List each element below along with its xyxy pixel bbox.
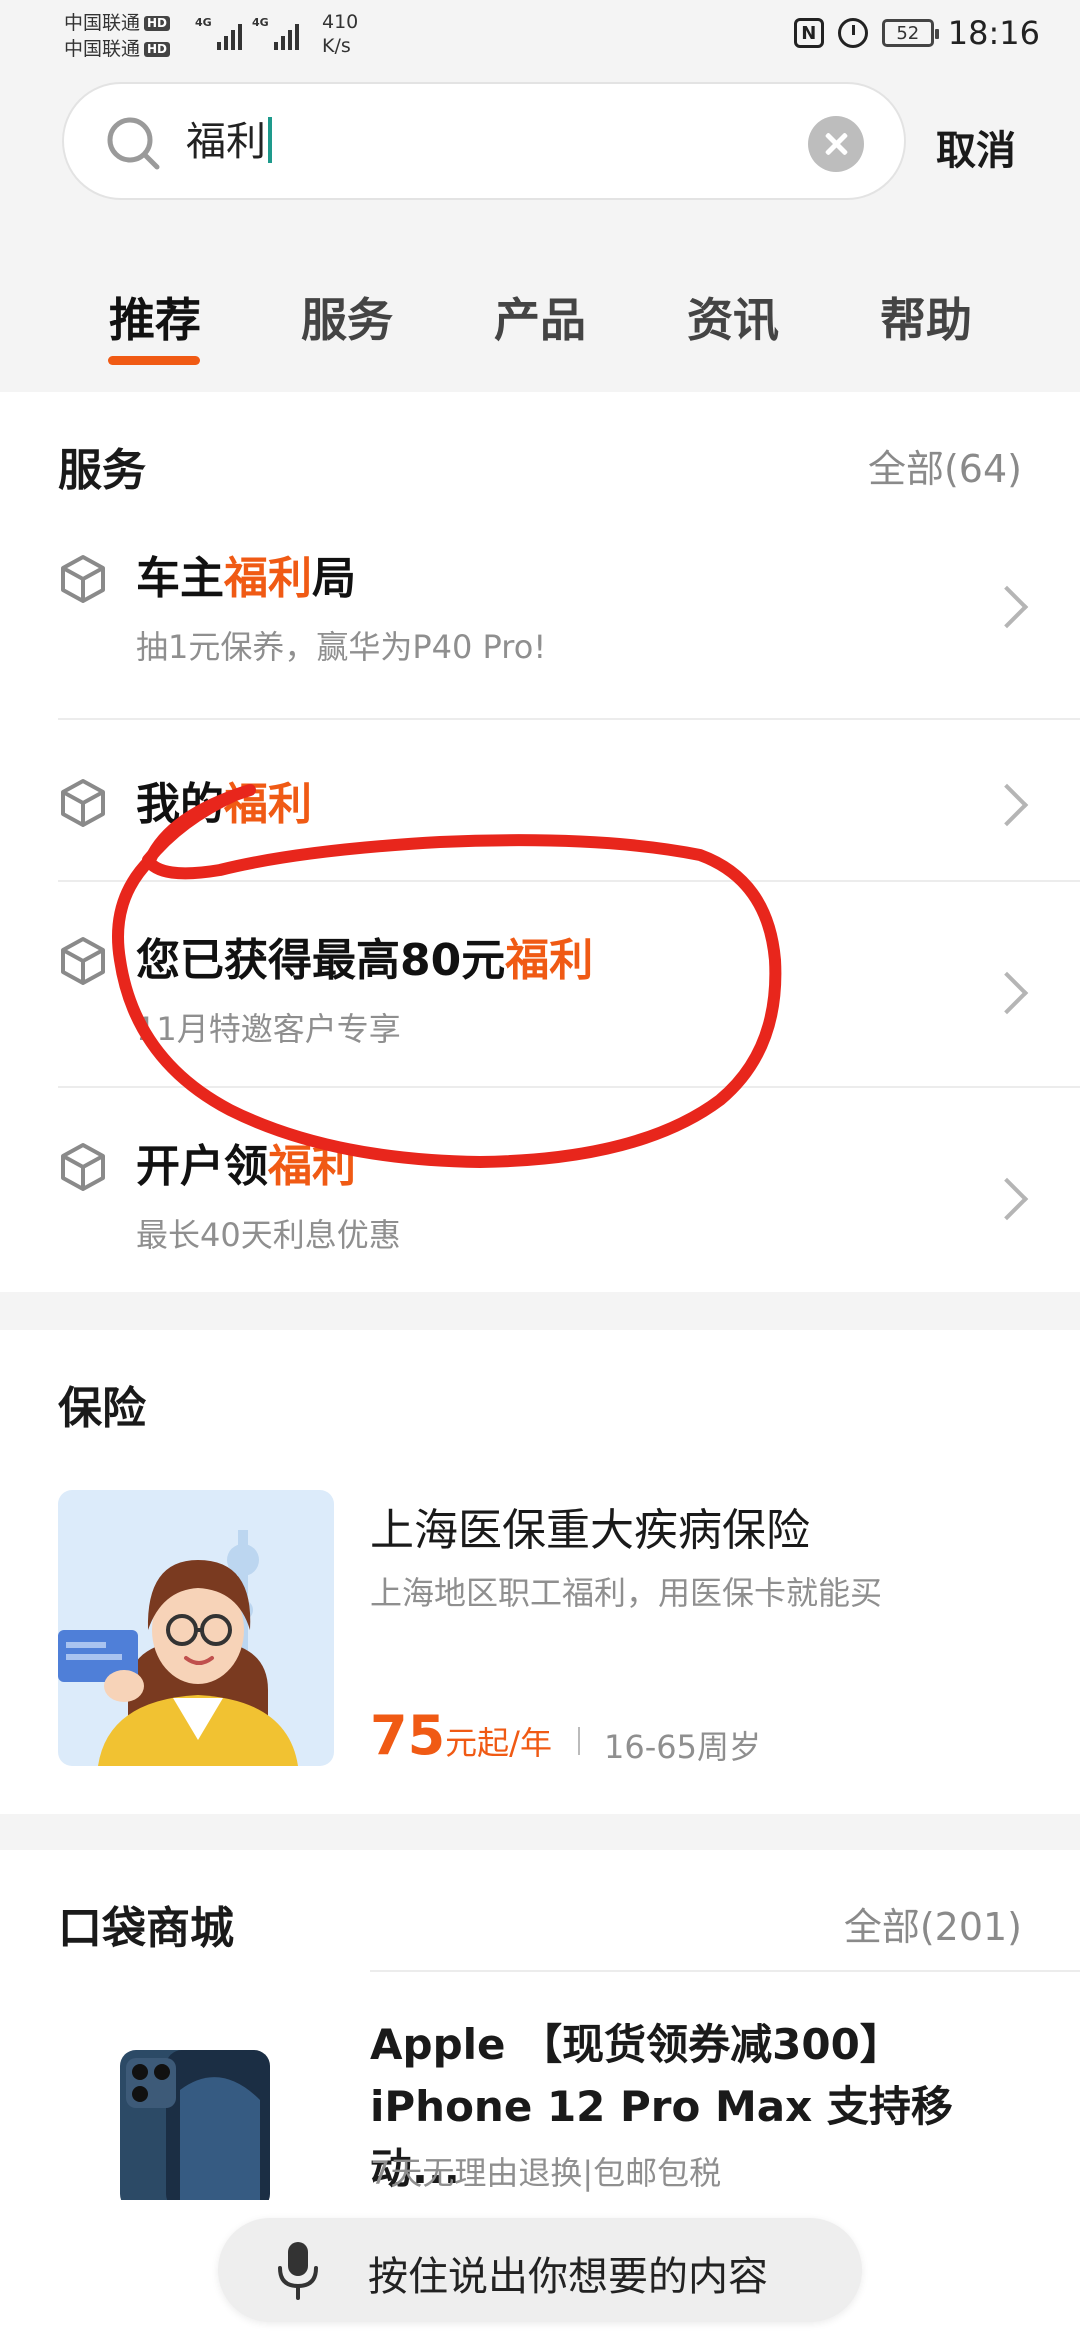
signal-icon: 4G <box>195 16 242 50</box>
network-type: 4G <box>195 16 212 29</box>
search-query[interactable]: 福利 <box>186 116 272 168</box>
service-item[interactable]: 我的福利 <box>58 768 1080 868</box>
insurance-product-image[interactable] <box>58 1490 334 1766</box>
tab-news[interactable]: 资讯 <box>658 284 808 350</box>
search-icon <box>107 117 160 170</box>
battery-level: 52 <box>896 22 920 44</box>
status-right: N 52 18:16 <box>793 14 1040 52</box>
chevron-right-icon <box>985 1177 1029 1221</box>
cube-icon <box>61 937 105 985</box>
tab-recommend[interactable]: 推荐 <box>80 284 230 350</box>
clock: 18:16 <box>947 14 1040 52</box>
cube-icon <box>61 779 105 827</box>
service-subtitle: 最长40天利息优惠 <box>136 1216 401 1254</box>
divider <box>578 1727 580 1755</box>
tab-services[interactable]: 服务 <box>272 284 422 350</box>
carrier-info: 中国联通 HD 中国联通 HD <box>64 10 171 62</box>
divider <box>370 1970 1080 1972</box>
network-speed: 410 K/s <box>322 11 359 57</box>
service-item[interactable]: 开户领福利 最长40天利息优惠 <box>58 1130 1080 1280</box>
carrier-2: 中国联通 <box>64 38 141 60</box>
woman-holding-card-illustration <box>58 1490 334 1766</box>
divider <box>58 1086 1080 1088</box>
battery-icon: 52 <box>881 19 939 47</box>
service-title: 车主福利局 <box>136 553 356 604</box>
voice-input-button[interactable]: 按住说出你想要的内容 <box>218 2218 862 2322</box>
tab-bar: 推荐 服务 产品 资讯 帮助 <box>0 270 1080 370</box>
hd-badge: HD <box>144 15 171 31</box>
carrier-1: 中国联通 <box>64 12 141 34</box>
insurance-title: 保险 <box>58 1383 146 1434</box>
signal-icon: 4G <box>252 16 299 50</box>
mall-product-tags: 7天无理由退换|包邮包税 <box>370 2154 722 2192</box>
chevron-right-icon <box>985 783 1029 827</box>
hd-badge: HD <box>144 41 171 57</box>
tab-indicator <box>108 356 200 365</box>
network-type: 4G <box>252 16 269 29</box>
status-bar: 中国联通 HD 中国联通 HD 4G 4G 410 K/s N 52 18:16 <box>0 0 1080 70</box>
signal-icons: 4G 4G <box>195 16 299 50</box>
service-subtitle: 11月特邀客户专享 <box>136 1010 401 1048</box>
service-title: 您已获得最高80元福利 <box>136 935 594 986</box>
services-title: 服务 <box>58 445 146 496</box>
mall-title: 口袋商城 <box>58 1903 234 1954</box>
insurance-age-range: 16-65周岁 <box>604 1728 761 1766</box>
cube-icon <box>61 1143 105 1191</box>
service-title: 开户领福利 <box>136 1141 356 1192</box>
services-view-all[interactable]: 全部(64) <box>868 438 1022 493</box>
chevron-right-icon <box>985 971 1029 1015</box>
microphone-icon <box>278 2242 318 2300</box>
voice-prompt: 按住说出你想要的内容 <box>368 2254 768 2300</box>
service-item[interactable]: 车主福利局 抽1元保养，赢华为P40 Pro! <box>58 542 1080 710</box>
cube-icon <box>61 555 105 603</box>
service-subtitle: 抽1元保养，赢华为P40 Pro! <box>136 628 547 666</box>
tab-products[interactable]: 产品 <box>465 284 615 350</box>
insurance-product-desc: 上海地区职工福利，用医保卡就能买 <box>370 1574 883 1612</box>
phone-illustration <box>120 2050 270 2200</box>
tab-help[interactable]: 帮助 <box>851 284 1001 350</box>
service-item[interactable]: 您已获得最高80元福利 11月特邀客户专享 <box>58 924 1080 1094</box>
insurance-product-title[interactable]: 上海医保重大疾病保险 <box>370 1494 810 1558</box>
phone-product-image[interactable] <box>110 2030 280 2200</box>
clear-icon[interactable] <box>808 116 864 172</box>
chevron-right-icon <box>985 585 1029 629</box>
mall-view-all[interactable]: 全部(201) <box>844 1896 1022 1951</box>
insurance-price: 75元起/年 <box>370 1704 552 1767</box>
text-caret <box>268 117 272 163</box>
cancel-button[interactable]: 取消 <box>936 118 1016 176</box>
services-card: 服务 全部(64) 车主福利局 抽1元保养，赢华为P40 Pro! 我的福利 您… <box>0 392 1080 1292</box>
service-title: 我的福利 <box>136 779 312 830</box>
divider <box>58 880 1080 882</box>
nfc-icon: N <box>793 18 824 48</box>
divider <box>58 718 1080 720</box>
search-input[interactable]: 福利 <box>62 82 906 200</box>
alarm-icon <box>837 18 868 48</box>
